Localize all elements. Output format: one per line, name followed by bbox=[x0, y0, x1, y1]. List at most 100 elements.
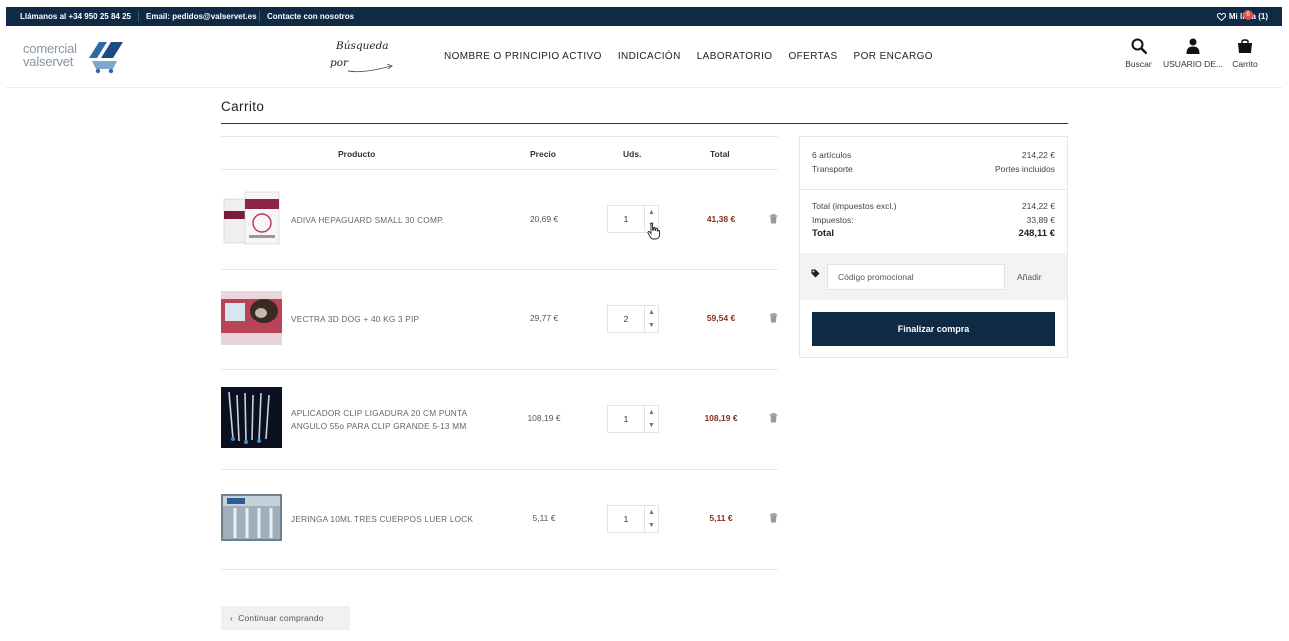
product-name[interactable]: VECTRA 3D DOG + 40 KG 3 PIP bbox=[291, 313, 481, 326]
chevron-up-icon[interactable]: ▲ bbox=[645, 506, 658, 519]
total-value: 248,11 € bbox=[1018, 228, 1055, 239]
quantity-input[interactable]: 1 bbox=[608, 206, 644, 232]
total-excl-value: 214,22 € bbox=[1021, 201, 1055, 211]
divider bbox=[259, 11, 260, 22]
product-image[interactable] bbox=[221, 291, 282, 349]
column-header-price: Precio bbox=[530, 149, 556, 159]
line-total: 108,19 € bbox=[704, 413, 738, 423]
continue-shopping-label: Continuar comprando bbox=[238, 613, 324, 623]
items-subtotal: 214,22 € bbox=[1021, 150, 1055, 160]
search-icon bbox=[1131, 38, 1147, 54]
divider bbox=[138, 11, 139, 22]
chevron-down-icon[interactable]: ▼ bbox=[645, 319, 658, 332]
nav-item-indicacion[interactable]: INDICACIÓN bbox=[618, 51, 681, 62]
table-row: VECTRA 3D DOG + 40 KG 3 PIP 29,77 € 2 ▲ … bbox=[221, 270, 778, 370]
tag-icon bbox=[811, 269, 820, 278]
items-count: 6 artículos bbox=[812, 150, 852, 160]
contact-link[interactable]: Contacte con nosotros bbox=[267, 12, 354, 21]
user-icon bbox=[1186, 38, 1200, 54]
user-label: USUARIO DE... bbox=[1163, 59, 1223, 69]
syringe-box-image bbox=[221, 494, 282, 541]
site-logo[interactable]: comercial valservet bbox=[23, 40, 127, 74]
shopping-bag-icon bbox=[1238, 39, 1252, 53]
summary-total-line: Total 248,11 € bbox=[812, 228, 1055, 240]
line-total: 5,11 € bbox=[709, 513, 733, 523]
search-label: Buscar bbox=[1125, 59, 1152, 69]
stepper-arrows: ▲ ▼ bbox=[644, 506, 658, 532]
cart-summary: 6 artículos 214,22 € Transporte Portes i… bbox=[799, 136, 1068, 358]
nav-item-ofertas[interactable]: OFERTAS bbox=[788, 51, 837, 62]
cart-count-badge: 6 bbox=[1243, 10, 1253, 20]
hand-cursor-icon bbox=[647, 222, 661, 240]
column-header-total: Total bbox=[710, 149, 730, 159]
product-name[interactable]: ADIVA HEPAGUARD SMALL 30 COMP. bbox=[291, 214, 481, 227]
main-nav: NOMBRE O PRINCIPIO ACTIVO INDICACIÓN LAB… bbox=[444, 51, 933, 62]
promo-add-button[interactable]: Añadir bbox=[1017, 272, 1042, 282]
trash-icon[interactable] bbox=[769, 513, 778, 523]
quantity-stepper[interactable]: 1 ▲ ▼ bbox=[607, 405, 659, 433]
chevron-up-icon[interactable]: ▲ bbox=[645, 406, 658, 419]
nav-item-laboratorio[interactable]: LABORATORIO bbox=[697, 51, 773, 62]
quantity-stepper[interactable]: 1 ▲ ▼ bbox=[607, 505, 659, 533]
column-header-qty: Uds. bbox=[623, 149, 642, 159]
table-row: JERINGA 10ML TRES CUERPOS LUER LOCK 5,11… bbox=[221, 470, 778, 570]
unit-price: 108,19 € bbox=[527, 413, 561, 423]
cart-button[interactable]: Carrito bbox=[1229, 38, 1261, 69]
page-title: Carrito bbox=[221, 99, 265, 114]
stepper-arrows: ▲ ▼ bbox=[644, 406, 658, 432]
product-image[interactable] bbox=[221, 189, 282, 247]
nav-item-principio-activo[interactable]: NOMBRE O PRINCIPIO ACTIVO bbox=[444, 51, 602, 62]
stepper-arrows: ▲ ▼ bbox=[644, 306, 658, 332]
promo-code-input[interactable]: Código promocional bbox=[827, 264, 1005, 290]
total-excl-label: Total (impuestos excl.) bbox=[812, 201, 897, 211]
phone-link[interactable]: Llámanos al +34 950 25 84 25 bbox=[20, 12, 131, 21]
chevron-down-icon[interactable]: ▼ bbox=[645, 519, 658, 532]
continue-shopping-button[interactable]: ‹ Continuar comprando bbox=[221, 606, 350, 630]
line-total: 41,38 € bbox=[706, 214, 736, 224]
shipping-value: Portes incluidos bbox=[994, 164, 1055, 174]
trash-icon[interactable] bbox=[769, 214, 778, 224]
user-account-button[interactable]: USUARIO DE... bbox=[1162, 38, 1224, 69]
unit-price: 29,77 € bbox=[529, 313, 559, 323]
quantity-input[interactable]: 2 bbox=[608, 306, 644, 332]
product-image[interactable] bbox=[221, 494, 282, 541]
product-name[interactable]: APLICADOR CLIP LIGADURA 20 CM PUNTA ANGU… bbox=[291, 407, 481, 433]
table-row: APLICADOR CLIP LIGADURA 20 CM PUNTA ANGU… bbox=[221, 370, 778, 470]
arrow-swoosh-icon bbox=[347, 63, 393, 73]
tax-value: 33,89 € bbox=[1026, 215, 1055, 225]
trash-icon[interactable] bbox=[769, 413, 778, 423]
promo-code-section: Código promocional Añadir bbox=[800, 253, 1067, 300]
divider bbox=[800, 189, 1067, 190]
site-header: comercial valservet Búsqueda por NOMBRE … bbox=[6, 26, 1282, 88]
quantity-stepper[interactable]: 2 ▲ ▼ bbox=[607, 305, 659, 333]
checkout-button[interactable]: Finalizar compra bbox=[812, 312, 1055, 346]
table-header: Producto Precio Uds. Total bbox=[221, 136, 778, 170]
chevron-left-icon: ‹ bbox=[230, 613, 234, 623]
product-name[interactable]: JERINGA 10ML TRES CUERPOS LUER LOCK bbox=[291, 513, 481, 526]
product-image[interactable] bbox=[221, 387, 282, 448]
email-link[interactable]: Email: pedidos@valservet.es bbox=[146, 12, 257, 21]
hepaguard-box-image bbox=[221, 189, 282, 247]
trash-icon[interactable] bbox=[769, 313, 778, 323]
search-by-line1: Búsqueda bbox=[336, 40, 389, 52]
heart-icon bbox=[1216, 12, 1226, 21]
chevron-down-icon[interactable]: ▼ bbox=[645, 419, 658, 432]
summary-tax-line: Impuestos: 33,89 € bbox=[812, 215, 1055, 227]
cart-label: Carrito bbox=[1232, 59, 1258, 69]
title-divider bbox=[221, 123, 1068, 124]
search-button[interactable]: Buscar bbox=[1122, 38, 1155, 69]
unit-price: 20,69 € bbox=[529, 214, 559, 224]
table-row: ADIVA HEPAGUARD SMALL 30 COMP. 20,69 € 1… bbox=[221, 170, 778, 270]
tax-label: Impuestos: bbox=[812, 215, 854, 225]
quantity-input[interactable]: 1 bbox=[608, 506, 644, 532]
nav-item-por-encargo[interactable]: POR ENCARGO bbox=[854, 51, 933, 62]
shipping-label: Transporte bbox=[812, 164, 853, 174]
clip-applicators-image bbox=[221, 387, 282, 448]
summary-total-excl-line: Total (impuestos excl.) 214,22 € bbox=[812, 201, 1055, 213]
summary-shipping-line: Transporte Portes incluidos bbox=[812, 164, 1055, 176]
total-label: Total bbox=[812, 228, 834, 239]
summary-items-line: 6 artículos 214,22 € bbox=[812, 150, 1055, 162]
chevron-up-icon[interactable]: ▲ bbox=[645, 306, 658, 319]
quantity-input[interactable]: 1 bbox=[608, 406, 644, 432]
chevron-up-icon[interactable]: ▲ bbox=[645, 206, 658, 219]
